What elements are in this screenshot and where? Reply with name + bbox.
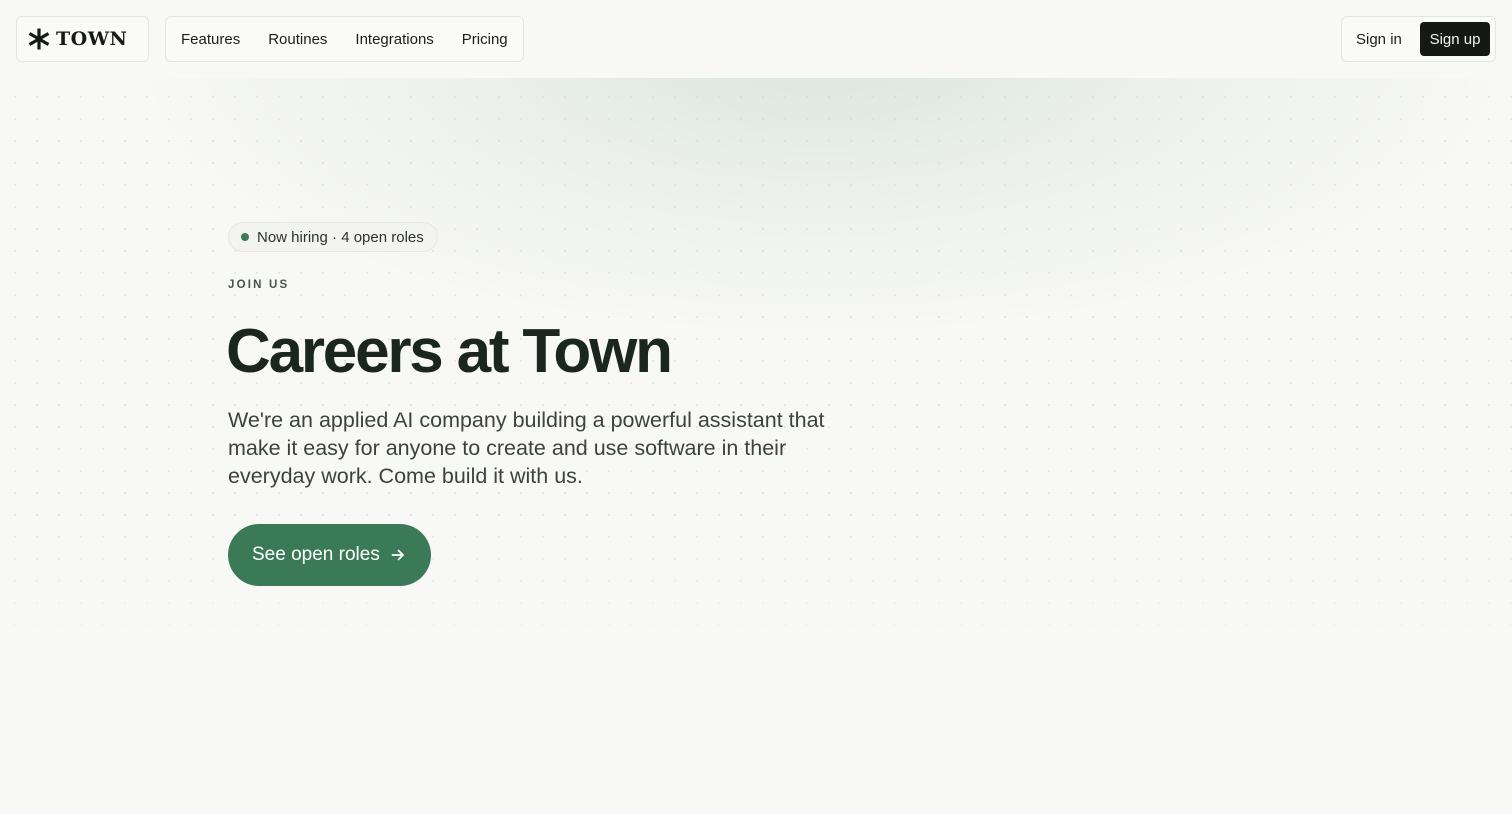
sign-up-button[interactable]: Sign up	[1420, 22, 1490, 56]
page-title: Careers at Town	[226, 317, 673, 386]
nav-item-pricing[interactable]: Pricing	[462, 31, 508, 48]
arrow-right-icon	[391, 549, 404, 561]
home-logo-link[interactable]: TOWN	[16, 16, 149, 62]
see-open-roles-label: See open roles	[252, 544, 380, 565]
status-dot-icon	[241, 233, 249, 241]
section-eyebrow: JOIN US	[228, 279, 290, 291]
auth-group: Sign in Sign up	[1341, 16, 1496, 62]
see-open-roles-button[interactable]: See open roles	[228, 524, 431, 586]
main-nav: Features Routines Integrations Pricing	[165, 16, 524, 62]
nav-item-routines[interactable]: Routines	[268, 31, 327, 48]
brand-name: TOWN	[56, 28, 128, 50]
nav-item-features[interactable]: Features	[181, 31, 240, 48]
top-navigation-bar: TOWN Features Routines Integrations Pric…	[0, 0, 1512, 78]
hiring-badge: Now hiring · 4 open roles	[228, 222, 438, 252]
hiring-badge-label: Now hiring · 4 open roles	[257, 228, 424, 246]
sign-in-link[interactable]: Sign in	[1356, 31, 1402, 48]
asterisk-logo-icon	[28, 28, 50, 50]
nav-item-integrations[interactable]: Integrations	[355, 31, 433, 48]
hero-description: We're an applied AI company building a p…	[228, 408, 825, 489]
careers-page: TOWN Features Routines Integrations Pric…	[0, 0, 1512, 814]
